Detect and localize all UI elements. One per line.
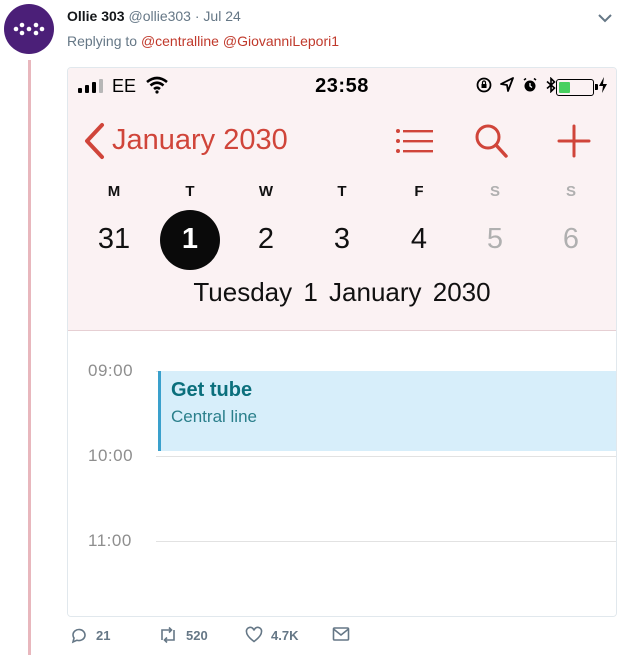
alarm-icon — [523, 77, 537, 92]
date-cell[interactable]: 3 — [312, 210, 372, 270]
date-cell[interactable]: 31 — [84, 210, 144, 270]
chevron-left-icon[interactable] — [82, 122, 106, 165]
bluetooth-icon — [546, 77, 556, 93]
calendar-event[interactable]: Get tube Central line — [158, 371, 616, 451]
battery-icon — [556, 79, 598, 96]
weekday-label: T — [337, 183, 347, 200]
author-name[interactable]: Ollie 303 — [67, 8, 125, 24]
weekday-label: F — [414, 183, 424, 200]
selected-date-label: Tuesday 1 January 2030 — [193, 277, 491, 307]
time-label: 09:00 — [88, 361, 134, 380]
envelope-icon — [332, 627, 350, 641]
attached-image[interactable]: EE 23:58 January 2030 M T W T F S S 31 1… — [67, 67, 617, 617]
day-timeline[interactable]: 09:00 10:00 11:00 Get tube Central line — [68, 331, 616, 616]
weekday-label: S — [565, 183, 576, 200]
hour-divider — [156, 456, 616, 457]
date-cell[interactable]: 5 — [465, 210, 525, 270]
direct-message-button[interactable] — [332, 626, 350, 642]
retweet-button[interactable]: 520 — [158, 626, 208, 644]
heart-icon — [245, 626, 263, 643]
reply-count: 21 — [96, 627, 111, 643]
retweet-icon — [161, 626, 175, 644]
reply-icon — [71, 628, 86, 644]
author-handle[interactable]: @ollie303 — [128, 8, 190, 24]
event-title: Get tube — [171, 379, 253, 401]
date-cell[interactable]: 6 — [541, 210, 601, 270]
date-cell[interactable]: 2 — [236, 210, 296, 270]
tweet-date[interactable]: · Jul 24 — [195, 8, 241, 24]
calendar-nav: January 2030 — [68, 122, 616, 162]
retweet-count: 520 — [186, 627, 208, 643]
reply-handle-link[interactable]: @GiovanniLepori1 — [223, 33, 339, 49]
tweet-header: Ollie 303 @ollie303 · Jul 24 — [67, 8, 241, 24]
weekday-label: W — [258, 183, 274, 200]
replying-label: Replying to — [67, 33, 138, 49]
chevron-down-icon[interactable] — [598, 10, 612, 28]
search-icon[interactable] — [474, 122, 510, 165]
time-label: 11:00 — [88, 531, 132, 550]
hour-divider — [156, 541, 616, 542]
reply-handle-link[interactable]: @centralline — [141, 33, 219, 49]
time-label: 10:00 — [88, 446, 134, 465]
weekday-label: S — [489, 183, 500, 200]
selected-date[interactable]: 1 — [160, 210, 220, 270]
tweet-actions: 21 520 4.7K — [0, 626, 640, 655]
event-location: Central line — [171, 407, 257, 426]
week-dates-row: 31 1 2 3 4 5 6 — [68, 210, 616, 270]
charging-icon — [598, 76, 608, 99]
calendar-header-area: EE 23:58 January 2030 M T W T F S S 31 1… — [68, 68, 616, 331]
month-title[interactable]: January 2030 — [112, 124, 288, 157]
weekday-row: MTWTFSS — [68, 183, 616, 207]
status-icons — [476, 77, 556, 93]
status-bar: EE 23:58 — [68, 68, 616, 104]
replying-to: Replying to @centralline @GiovanniLepori… — [67, 33, 339, 49]
logo-dots-icon — [13, 22, 45, 36]
like-button[interactable]: 4.7K — [245, 626, 298, 644]
location-arrow-icon — [500, 77, 514, 92]
add-icon[interactable] — [556, 122, 592, 165]
battery-fill — [559, 82, 570, 93]
date-cell[interactable]: 4 — [389, 210, 449, 270]
avatar[interactable] — [4, 4, 54, 54]
list-icon[interactable] — [394, 124, 436, 165]
weekday-label: T — [185, 183, 195, 200]
weekday-label: M — [107, 183, 121, 200]
rotation-lock-icon — [476, 77, 492, 93]
reply-button[interactable]: 21 — [70, 626, 110, 644]
thread-line — [28, 60, 31, 655]
like-count: 4.7K — [271, 627, 299, 643]
